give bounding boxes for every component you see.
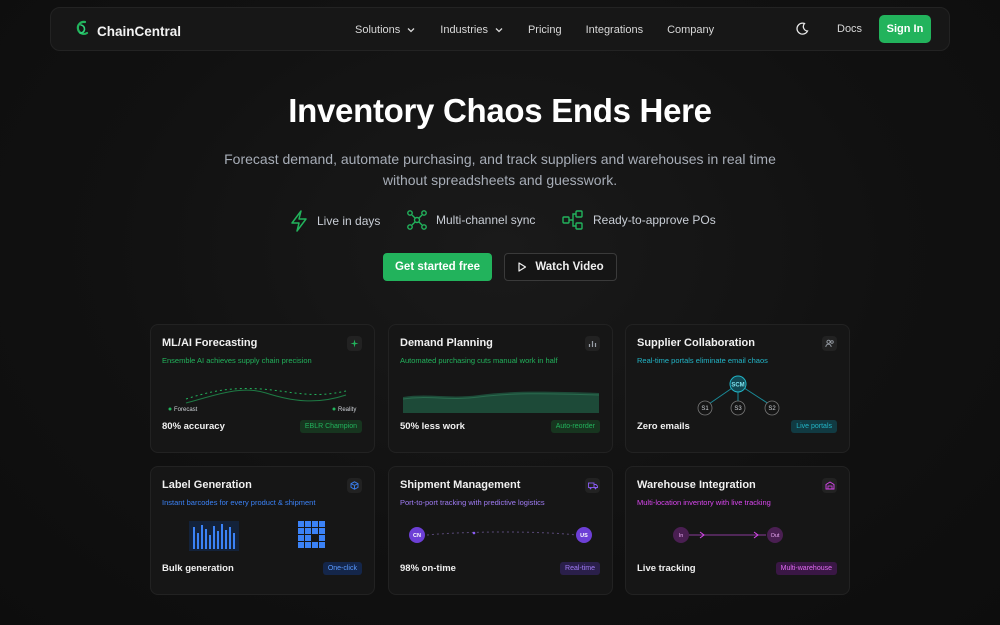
main-menu: Solutions Industries Pricing Integration… xyxy=(355,8,738,52)
menu-label: Pricing xyxy=(527,24,562,36)
card-shipment-management[interactable]: Shipment Management Port-to-port trackin… xyxy=(388,466,613,595)
qr-code xyxy=(298,521,325,548)
play-icon xyxy=(518,262,527,272)
supplier-node-label: S1 xyxy=(701,406,709,412)
watch-video-button[interactable]: Watch Video xyxy=(504,253,617,281)
card-stat: 80% accuracy xyxy=(162,421,225,432)
card-stat: Zero emails xyxy=(637,421,690,432)
card-badge: Real-time xyxy=(560,562,600,575)
card-subtitle: Ensemble AI achieves supply chain precis… xyxy=(162,356,312,365)
outbound-label: Out xyxy=(771,533,780,539)
card-subtitle: Automated purchasing cuts manual work in… xyxy=(400,356,558,365)
feature-multi-channel-sync: Multi-channel sync xyxy=(406,209,535,231)
inbound-label: In xyxy=(679,533,684,539)
users-icon xyxy=(822,336,837,351)
sparkle-icon xyxy=(347,336,362,351)
scm-node-label: SCM xyxy=(731,383,744,389)
brand-logo[interactable]: ChainCentral xyxy=(75,20,181,43)
supplier-network-diagram: SCM S1 S3 S2 xyxy=(697,375,780,416)
reality-line xyxy=(185,389,347,404)
feature-label: Ready-to-approve POs xyxy=(593,213,716,227)
card-badge: One-click xyxy=(322,562,362,575)
get-started-button[interactable]: Get started free xyxy=(383,253,492,281)
hero-features: Live in days Multi-channel sync Ready-to… xyxy=(0,209,1000,235)
menu-solutions[interactable]: Solutions xyxy=(355,24,416,36)
hero-subtitle-line: without spreadsheets and guesswork. xyxy=(382,172,618,188)
hero-subtitle-line: Forecast demand, automate purchasing, an… xyxy=(224,151,776,167)
card-subtitle: Real-time portals eliminate email chaos xyxy=(637,356,768,365)
reality-legend-dot xyxy=(332,407,336,411)
card-title: Shipment Management xyxy=(400,479,521,491)
barcode-visual xyxy=(189,521,325,551)
brand-name: ChainCentral xyxy=(97,24,182,39)
chain-logo-icon xyxy=(75,20,91,43)
feature-label: Multi-channel sync xyxy=(436,213,536,227)
card-stat: 50% less work xyxy=(400,421,465,432)
shipment-route: CN US xyxy=(409,527,592,543)
forecast-chart: Forecast Reality xyxy=(168,388,356,413)
feature-live-in-days: Live in days xyxy=(289,209,380,233)
menu-integrations[interactable]: Integrations xyxy=(586,24,643,36)
menu-label: Industries xyxy=(440,24,488,36)
menu-label: Integrations xyxy=(585,24,644,36)
hero-title: Inventory Chaos Ends Here xyxy=(288,92,712,129)
cube-icon xyxy=(347,478,362,493)
menu-industries[interactable]: Industries xyxy=(440,24,504,36)
warehouse-icon xyxy=(822,478,837,493)
reality-legend-label: Reality xyxy=(338,407,356,413)
docs-link[interactable]: Docs xyxy=(837,23,862,35)
lightning-icon xyxy=(291,210,307,232)
card-title: Label Generation xyxy=(162,479,252,491)
top-navbar: ChainCentral Solutions Industries Pricin… xyxy=(50,7,950,51)
card-subtitle: Instant barcodes for every product & shi… xyxy=(162,498,316,507)
chevron-down-icon xyxy=(495,28,503,33)
card-badge: Multi-warehouse xyxy=(775,562,837,575)
demand-area-chart xyxy=(402,391,600,413)
supplier-node-label: S3 xyxy=(734,406,742,412)
card-label-generation[interactable]: Label Generation Instant barcodes for ev… xyxy=(150,466,375,595)
card-subtitle: Port-to-port tracking with predictive lo… xyxy=(400,498,545,507)
forecast-legend-label: Forecast xyxy=(174,407,198,413)
card-supplier-collaboration[interactable]: Supplier Collaboration Real-time portals… xyxy=(625,324,850,453)
truck-icon xyxy=(585,478,600,493)
bar-chart-icon xyxy=(585,336,600,351)
menu-label: Company xyxy=(667,24,715,36)
supplier-node-label: S2 xyxy=(768,406,776,412)
menu-label: Solutions xyxy=(355,24,401,36)
card-demand-planning[interactable]: Demand Planning Automated purchasing cut… xyxy=(388,324,613,453)
moon-icon[interactable] xyxy=(795,22,809,41)
menu-pricing[interactable]: Pricing xyxy=(528,24,562,36)
forecast-line xyxy=(185,388,347,400)
card-ml-ai-forecasting[interactable]: ML/AI Forecasting Ensemble AI achieves s… xyxy=(150,324,375,453)
feature-ready-to-approve: Ready-to-approve POs xyxy=(561,209,716,231)
workflow-icon xyxy=(562,210,583,230)
destination-port-label: US xyxy=(580,533,588,539)
card-badge: Live portals xyxy=(791,420,837,433)
card-title: Warehouse Integration xyxy=(637,479,756,491)
watch-video-label: Watch Video xyxy=(535,261,604,273)
card-stat: 98% on-time xyxy=(400,563,456,574)
card-badge: EBLR Champion xyxy=(299,420,362,433)
origin-port-label: CN xyxy=(413,533,421,539)
card-subtitle: Multi-location inventory with live track… xyxy=(637,498,771,507)
hero-subtitle: Forecast demand, automate purchasing, an… xyxy=(190,149,810,191)
forecast-legend-dot xyxy=(168,407,172,411)
card-stat: Bulk generation xyxy=(162,563,234,574)
card-title: ML/AI Forecasting xyxy=(162,337,258,349)
card-title: Demand Planning xyxy=(400,337,493,349)
card-warehouse-integration[interactable]: Warehouse Integration Multi-location inv… xyxy=(625,466,850,595)
feature-label: Live in days xyxy=(317,214,381,228)
card-title: Supplier Collaboration xyxy=(637,337,755,349)
chevron-down-icon xyxy=(407,28,415,33)
menu-company[interactable]: Company xyxy=(667,24,714,36)
card-stat: Live tracking xyxy=(637,563,696,574)
network-icon xyxy=(407,210,427,230)
card-badge: Auto-reorder xyxy=(550,420,600,433)
sign-in-button[interactable]: Sign In xyxy=(879,15,931,43)
warehouse-flow: In Out xyxy=(673,527,783,543)
